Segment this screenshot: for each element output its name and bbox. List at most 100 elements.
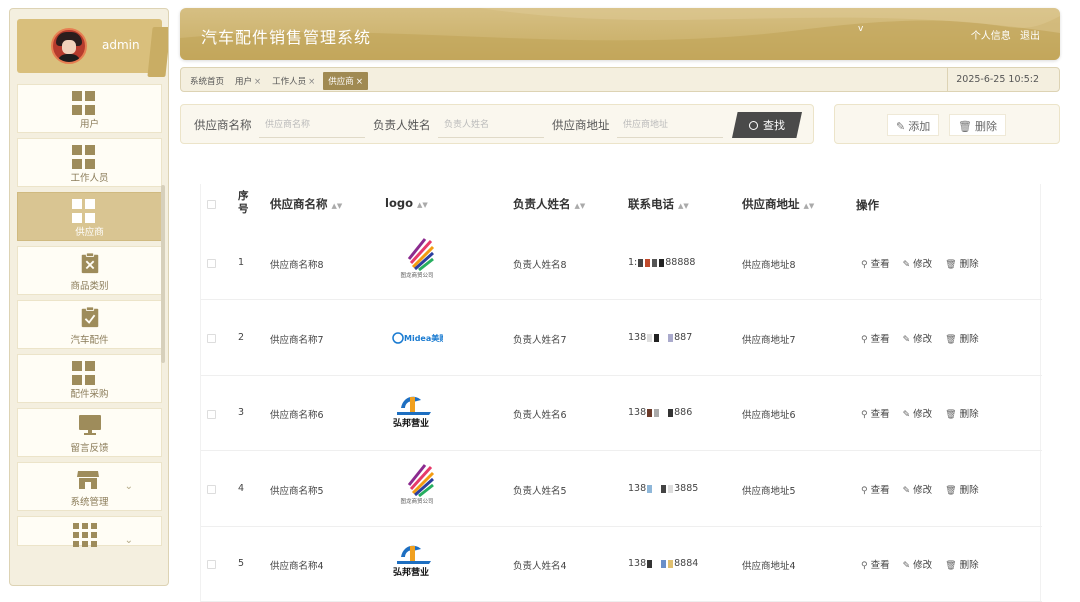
clipboard-x-icon <box>81 252 99 274</box>
edit-button[interactable]: ✎ 修改 <box>903 256 933 270</box>
delete-button[interactable]: 🗑 删除 <box>945 406 978 420</box>
logo-text: Midea美购 <box>404 333 443 343</box>
sort-icon: ▲▼ <box>574 202 586 210</box>
close-icon[interactable]: × <box>356 77 363 87</box>
supplier-name-input[interactable] <box>259 113 365 138</box>
view-button[interactable]: ⚲ 查看 <box>861 406 890 420</box>
sort-icon: ▲▼ <box>678 202 689 210</box>
sidebar-item-categories[interactable]: 商品类别 <box>17 246 162 295</box>
sidebar-item-label: 配件采购 <box>70 389 109 400</box>
logout-link[interactable]: 退出 <box>1020 31 1040 42</box>
view-button[interactable]: ⚲ 查看 <box>861 331 890 345</box>
row-operations: ⚲ 查看 ✎ 修改 🗑 删除 <box>861 557 979 571</box>
tab-suppliers[interactable]: 供应商 × <box>323 72 368 90</box>
store-icon <box>77 471 99 489</box>
col-label: 联系电话 <box>628 197 674 211</box>
col-contact-name[interactable]: 负责人姓名 ▲▼ <box>513 196 585 212</box>
sidebar-item-label: 用户 <box>79 119 99 130</box>
bulk-delete-button[interactable]: 🗑 删除 <box>949 114 1006 136</box>
phone: 138 3885 <box>628 483 698 494</box>
contact-name-input[interactable] <box>438 113 544 138</box>
user-panel[interactable]: admin <box>17 19 168 77</box>
search-icon: ⚲ <box>861 260 868 270</box>
select-all-checkbox[interactable] <box>207 200 216 209</box>
avatar[interactable] <box>51 28 87 64</box>
sidebar-item-feedback[interactable]: 留言反馈 <box>17 408 162 457</box>
row-checkbox[interactable] <box>207 259 216 268</box>
edit-icon: ✎ <box>896 120 906 133</box>
row-checkbox[interactable] <box>207 485 216 494</box>
sidebar-item-label: 工作人员 <box>70 173 109 184</box>
delete-button[interactable]: 🗑 删除 <box>945 256 978 270</box>
trash-icon: 🗑 <box>958 120 972 133</box>
search-icon: ⚲ <box>861 410 868 420</box>
phone-suffix: 88888 <box>665 257 696 268</box>
row-checkbox[interactable] <box>207 560 216 569</box>
grid-icon <box>72 361 96 385</box>
edit-button[interactable]: ✎ 修改 <box>903 482 933 496</box>
sidebar-scrollbar[interactable] <box>161 185 165 363</box>
sidebar-item-auto-parts[interactable]: 汽车配件 <box>17 300 162 349</box>
col-phone[interactable]: 联系电话 ▲▼ <box>628 196 689 212</box>
col-operations: 操作 <box>856 198 879 212</box>
grid-icon <box>72 91 96 115</box>
supplier-name: 供应商名称4 <box>270 561 324 572</box>
tab-staff[interactable]: 工作人员 × <box>269 72 318 90</box>
tabs-bar: 系统首页 用户 × 工作人员 × 供应商 × 2025-6-25 10:5:2 <box>180 67 1060 92</box>
sidebar-item-users[interactable]: 用户 <box>17 84 162 133</box>
row-checkbox[interactable] <box>207 410 216 419</box>
row-operations: ⚲ 查看 ✎ 修改 🗑 删除 <box>861 482 979 496</box>
header-marker: v <box>858 24 864 34</box>
monitor-icon <box>79 415 101 435</box>
delete-button[interactable]: 🗑 删除 <box>945 482 978 496</box>
supplier-address-input[interactable] <box>617 113 723 138</box>
close-icon[interactable]: × <box>308 77 315 87</box>
tab-users[interactable]: 用户 × <box>232 72 264 90</box>
delete-button[interactable]: 🗑 删除 <box>945 557 978 571</box>
sidebar: admin 用户 工作人员 供应商 商品类别 汽车配件 配件采购 留言反馈 系统… <box>9 8 169 586</box>
add-button[interactable]: ✎ 添加 <box>887 114 940 136</box>
close-icon[interactable]: × <box>254 77 261 87</box>
search-button[interactable]: 查找 <box>732 112 802 138</box>
edit-button[interactable]: ✎ 修改 <box>903 557 933 571</box>
view-button[interactable]: ⚲ 查看 <box>861 557 890 571</box>
col-label: 负责人姓名 <box>513 197 571 211</box>
edit-icon: ✎ <box>902 260 911 270</box>
view-label: 查看 <box>870 259 890 270</box>
table-row: 2 供应商名称7 Midea美购 负责人姓名7 138 887 供应商地址7 ⚲ 查… <box>201 300 1042 376</box>
sidebar-nav: 用户 工作人员 供应商 商品类别 汽车配件 配件采购 留言反馈 系统管理 ⌄ ⌄ <box>17 84 162 551</box>
col-supplier-name[interactable]: 供应商名称 ▲▼ <box>270 196 342 212</box>
delete-button[interactable]: 🗑 删除 <box>945 331 978 345</box>
sidebar-item-staff[interactable]: 工作人员 <box>17 138 162 187</box>
header-links: 个人信息 退出 <box>965 27 1040 42</box>
row-index: 4 <box>238 483 245 494</box>
view-label: 查看 <box>870 560 890 571</box>
edit-icon: ✎ <box>902 561 911 571</box>
edit-label: 修改 <box>913 334 933 345</box>
trash-icon: 🗑 <box>945 410 957 420</box>
sidebar-item-purchasing[interactable]: 配件采购 <box>17 354 162 403</box>
sidebar-item-more[interactable]: ⌄ <box>17 516 162 547</box>
col-address[interactable]: 供应商地址 ▲▼ <box>742 196 814 212</box>
row-checkbox[interactable] <box>207 334 216 343</box>
edit-button[interactable]: ✎ 修改 <box>903 406 933 420</box>
phone-prefix: 138 <box>628 407 647 418</box>
sidebar-item-label: 商品类别 <box>70 281 109 292</box>
logo-text: 图龙商贸公司 <box>400 271 433 279</box>
sort-icon: ▲▼ <box>331 202 343 210</box>
edit-button[interactable]: ✎ 修改 <box>903 331 933 345</box>
view-button[interactable]: ⚲ 查看 <box>861 482 890 496</box>
profile-link[interactable]: 个人信息 <box>971 31 1011 42</box>
row-operations: ⚲ 查看 ✎ 修改 🗑 删除 <box>861 406 979 420</box>
row-operations: ⚲ 查看 ✎ 修改 🗑 删除 <box>861 256 979 270</box>
sidebar-item-system[interactable]: 系统管理 ⌄ <box>17 462 162 511</box>
view-button[interactable]: ⚲ 查看 <box>861 256 890 270</box>
sidebar-item-suppliers[interactable]: 供应商 <box>17 192 162 241</box>
supplier-address: 供应商地址5 <box>742 486 796 497</box>
col-logo[interactable]: logo ▲▼ <box>385 196 428 210</box>
sidebar-item-label: 汽车配件 <box>70 335 109 346</box>
col-label: 供应商名称 <box>270 197 328 211</box>
hongbang-logo: 弘邦营业 <box>393 545 431 578</box>
tab-home[interactable]: 系统首页 <box>187 72 227 90</box>
midea-logo: Midea美购 <box>392 332 443 344</box>
